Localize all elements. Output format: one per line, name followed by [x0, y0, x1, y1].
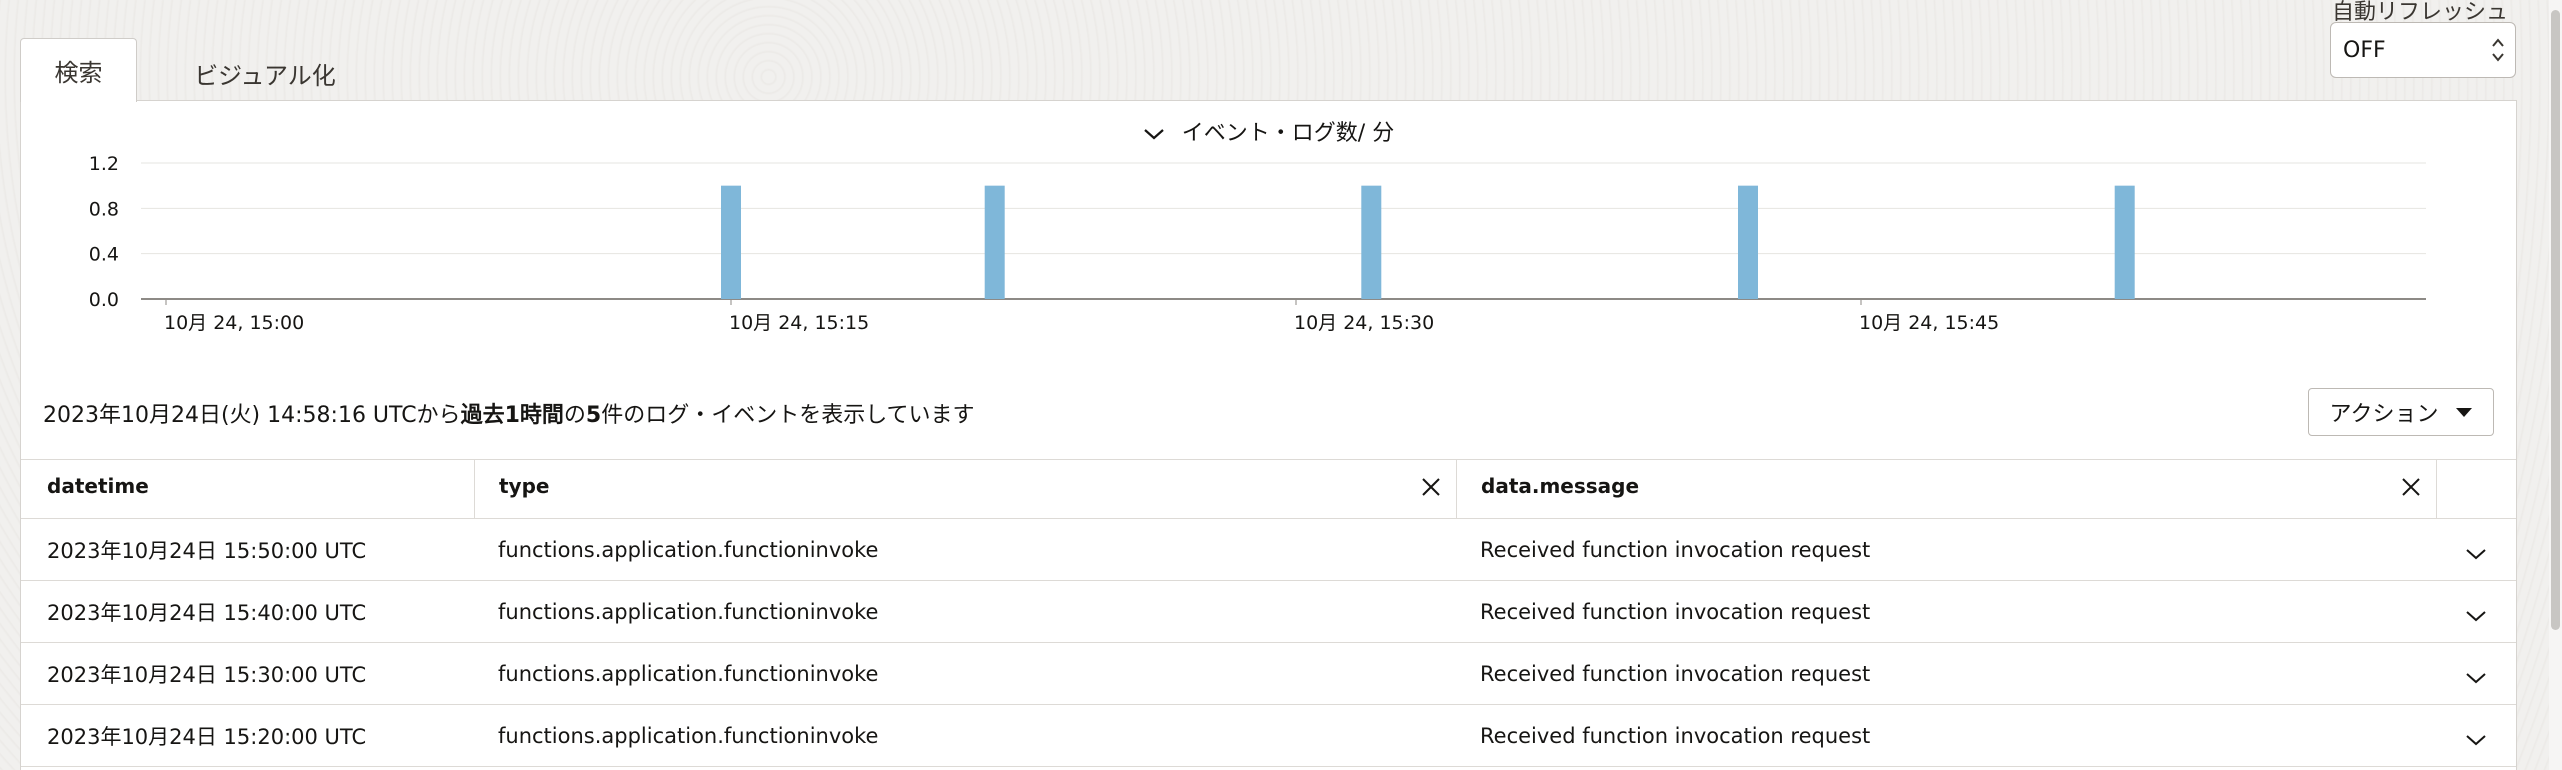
cell-type: functions.application.functioninvoke [498, 661, 879, 686]
cell-type: functions.application.functioninvoke [498, 599, 879, 624]
summary-middle: の [563, 403, 586, 428]
table-row[interactable]: 2023年10月24日 15:50:00 UTC functions.appli… [21, 519, 2516, 581]
summary-suffix: 件のログ・イベントを表示しています [601, 403, 975, 428]
actions-button-label: アクション [2329, 402, 2439, 427]
table-row[interactable]: 2023年10月24日 15:40:00 UTC functions.appli… [21, 581, 2516, 643]
x-tick-label: 10月 24, 15:15 [729, 312, 869, 334]
summary-period: 過去1時間 [460, 403, 564, 428]
cell-datetime: 2023年10月24日 15:30:00 UTC [47, 662, 367, 687]
column-header-message[interactable]: data.message [1456, 460, 2436, 518]
table-header: datetime type data.message [21, 459, 2516, 519]
chart-bar [2114, 185, 2135, 299]
chart-bar [1738, 185, 1758, 299]
cell-datetime: 2023年10月24日 15:40:00 UTC [47, 600, 367, 625]
auto-refresh-value: OFF [2343, 37, 2386, 63]
cell-type: functions.application.functioninvoke [498, 537, 879, 562]
chevron-down-icon [2466, 734, 2486, 745]
table-row[interactable]: 2023年10月24日 15:30:00 UTC functions.appli… [21, 643, 2516, 705]
results-panel: イベント・ログ数/ 分 1.2 0.8 0.4 0.0 10月 24, 15:00 10月… [20, 100, 2517, 770]
chart-bar [1361, 185, 1382, 299]
x-tick-label: 10月 24, 15:45 [1859, 312, 1999, 334]
row-expand-toggle[interactable] [2436, 643, 2516, 704]
close-icon[interactable] [1420, 476, 1442, 498]
row-expand-toggle[interactable] [2436, 519, 2516, 580]
x-tick-label: 10月 24, 15:30 [1294, 312, 1434, 334]
y-tick-label: 0.4 [89, 244, 119, 266]
cell-message: Received function invocation request [1480, 599, 1871, 624]
row-expand-toggle[interactable] [2436, 581, 2516, 642]
y-tick-label: 0.0 [89, 289, 119, 311]
x-tick-label: 10月 24, 15:00 [164, 312, 304, 334]
cell-datetime: 2023年10月24日 15:50:00 UTC [47, 538, 367, 563]
tab-visualize[interactable]: ビジュアル化 [150, 42, 380, 104]
result-summary: 2023年10月24日(火) 14:58:16 UTCから過去1時間の5件のログ… [43, 397, 975, 429]
chart-bar [721, 185, 741, 299]
y-tick-label: 1.2 [89, 153, 119, 175]
y-tick-label: 0.8 [89, 198, 119, 220]
chart-bar [984, 185, 1005, 299]
summary-count: 5 [585, 403, 602, 428]
summary-prefix: 2023年10月24日(火) 14:58:16 UTCから [43, 403, 461, 428]
scrollbar-thumb[interactable] [2551, 10, 2560, 630]
table-row[interactable]: 2023年10月24日 15:20:00 UTC functions.appli… [21, 705, 2516, 767]
caret-down-icon [2456, 407, 2473, 417]
cell-message: Received function invocation request [1480, 537, 1871, 562]
chevron-down-icon [2466, 548, 2486, 559]
cell-datetime: 2023年10月24日 15:20:00 UTC [47, 724, 367, 749]
chevron-down-icon [2466, 610, 2486, 621]
tab-search[interactable]: 検索 [20, 38, 137, 102]
column-header-type[interactable]: type [474, 460, 1456, 518]
log-table: datetime type data.message 2023年10月24日 1… [21, 459, 2516, 767]
cell-type: functions.application.functioninvoke [498, 723, 879, 748]
column-header-label: data.message [1481, 474, 1640, 498]
cell-message: Received function invocation request [1480, 723, 1871, 748]
column-header-label: datetime [47, 474, 149, 498]
row-expand-toggle[interactable] [2436, 705, 2516, 766]
auto-refresh-select[interactable]: OFF [2330, 22, 2516, 78]
actions-button[interactable]: アクション [2308, 388, 2494, 436]
select-arrows-icon [2492, 38, 2504, 62]
column-header-label: type [499, 474, 550, 498]
event-count-chart: 1.2 0.8 0.4 0.0 10月 24, 15:00 10月 24, 15:15 10… [89, 153, 2426, 334]
close-icon[interactable] [2400, 476, 2422, 498]
cell-message: Received function invocation request [1480, 661, 1871, 686]
column-header-expand [2436, 460, 2516, 518]
column-header-datetime[interactable]: datetime [21, 460, 474, 518]
chevron-down-icon [2466, 672, 2486, 683]
